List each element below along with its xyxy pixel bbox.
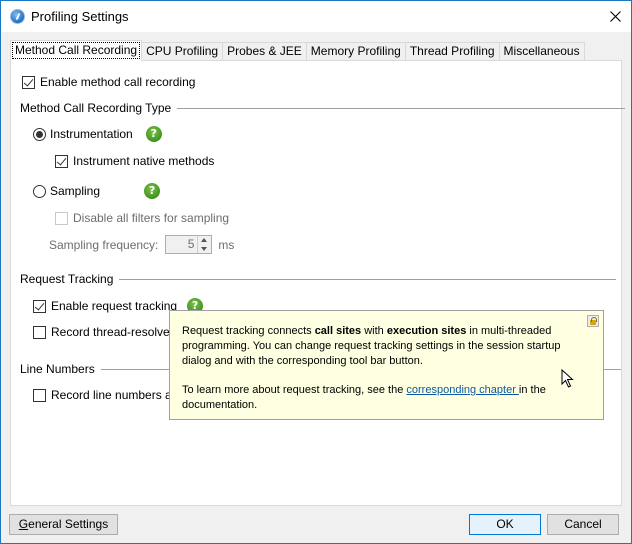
corresponding-chapter-link[interactable]: corresponding chapter: [406, 384, 519, 396]
ok-button[interactable]: OK: [469, 514, 541, 535]
group-title: Method Call Recording Type: [20, 101, 172, 115]
spinner-value[interactable]: 5: [166, 236, 197, 253]
request-tracking-help-tooltip: Request tracking connects call sites wit…: [169, 310, 604, 420]
disable-filters-checkbox[interactable]: Disable all filters for sampling: [55, 211, 229, 225]
spinner-arrows: [197, 236, 211, 253]
tab-probes-jee[interactable]: Probes & JEE: [222, 42, 307, 61]
tooltip-paragraph-2: To learn more about request tracking, se…: [182, 383, 591, 413]
mouse-cursor-icon: [561, 369, 574, 388]
sampling-frequency-spinner[interactable]: 5: [165, 235, 213, 254]
mnemonic: G: [18, 517, 29, 531]
group-title: Request Tracking: [20, 272, 114, 286]
checkbox-box[interactable]: [33, 299, 46, 313]
lock-icon[interactable]: [587, 315, 599, 327]
checkbox-box[interactable]: [33, 325, 46, 339]
tab-method-call-recording[interactable]: Method Call Recording: [10, 40, 143, 61]
group-request-tracking: Request Tracking: [20, 272, 617, 286]
tab-panel: Enable method call recording Method Call…: [10, 60, 626, 506]
tab-strip: Method Call Recording CPU Profiling Prob…: [10, 40, 585, 61]
sampling-frequency-label: Sampling frequency:: [49, 237, 159, 252]
sampling-radio[interactable]: Sampling ?: [33, 183, 161, 199]
checkbox-label: Instrument native methods: [73, 154, 215, 168]
tab-miscellaneous[interactable]: Miscellaneous: [498, 42, 585, 61]
checkbox-box[interactable]: [22, 75, 35, 89]
checkbox-box[interactable]: [55, 154, 68, 168]
close-icon: [609, 11, 621, 22]
checkbox-label: Record thread-resolved c: [51, 325, 186, 339]
tooltip-bold-call-sites: call sites: [314, 325, 362, 337]
profiler-app-icon: [10, 9, 25, 24]
window-title: Profiling Settings: [31, 9, 129, 24]
tab-memory-profiling[interactable]: Memory Profiling: [305, 42, 406, 61]
record-thread-resolved-checkbox[interactable]: Record thread-resolved c: [33, 325, 186, 339]
group-divider: [177, 107, 626, 109]
unit-label: ms: [218, 237, 235, 252]
spinner-down-icon[interactable]: [198, 245, 211, 254]
profiling-settings-dialog: Profiling Settings Method Call Recording…: [0, 0, 632, 544]
record-line-numbers-checkbox[interactable]: Record line numbers and: [33, 388, 185, 402]
title-bar: Profiling Settings: [1, 1, 631, 32]
checkbox-label: Enable request tracking: [51, 299, 178, 313]
checkbox-box[interactable]: [33, 388, 46, 402]
radio-button[interactable]: [33, 184, 46, 198]
checkbox-box[interactable]: [55, 211, 68, 225]
group-title: Line Numbers: [20, 362, 95, 376]
instrumentation-radio[interactable]: Instrumentation ?: [33, 126, 162, 142]
radio-label: Instrumentation: [50, 127, 133, 141]
radio-button[interactable]: [33, 127, 46, 141]
cancel-button[interactable]: Cancel: [547, 514, 619, 535]
tab-cpu-profiling[interactable]: CPU Profiling: [141, 42, 224, 61]
radio-label: Sampling: [50, 184, 101, 198]
help-icon[interactable]: ?: [145, 126, 162, 142]
checkbox-label: Disable all filters for sampling: [73, 211, 230, 225]
instrument-native-methods-checkbox[interactable]: Instrument native methods: [55, 154, 214, 168]
help-icon[interactable]: ?: [144, 183, 161, 199]
tooltip-paragraph-1: Request tracking connects call sites wit…: [182, 324, 591, 369]
tooltip-bold-execution-sites: execution sites: [386, 325, 467, 337]
tab-thread-profiling[interactable]: Thread Profiling: [404, 42, 500, 61]
general-settings-button[interactable]: General Settings: [9, 514, 118, 535]
group-divider: [119, 278, 617, 280]
sampling-frequency-row: Sampling frequency: 5 ms: [49, 235, 234, 254]
tooltip-text: with: [361, 325, 387, 337]
tooltip-text: To learn more about request tracking, se…: [182, 384, 407, 396]
group-method-call-recording-type: Method Call Recording Type: [20, 101, 626, 115]
close-button[interactable]: [599, 1, 631, 32]
tooltip-text: Request tracking connects: [182, 325, 315, 337]
checkbox-label: Enable method call recording: [40, 75, 196, 89]
enable-method-call-recording-checkbox[interactable]: Enable method call recording: [22, 75, 195, 89]
spinner-up-icon[interactable]: [198, 236, 211, 245]
checkbox-label: Record line numbers and: [51, 388, 186, 402]
tab-label: Method Call Recording: [11, 42, 141, 59]
button-label: eneral Settings: [28, 517, 109, 531]
